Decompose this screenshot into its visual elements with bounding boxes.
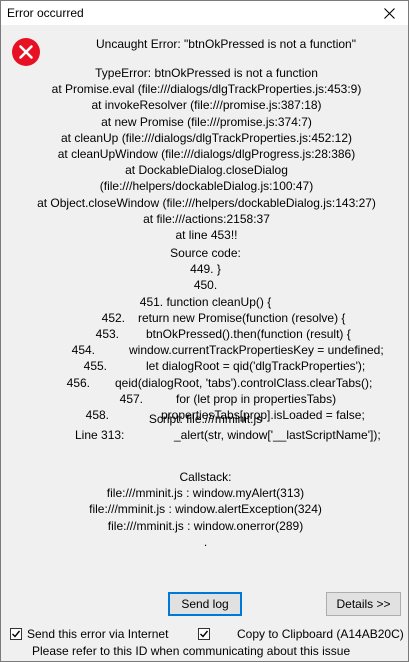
- checkmark-icon: [200, 630, 209, 638]
- source-line-code: return new Promise(function (resolve) {: [138, 310, 346, 325]
- trace-line: at cleanUpWindow (file:///dialogs/dlgPro…: [57, 146, 356, 161]
- source-line-code: for (let prop in propertiesTabs): [176, 391, 337, 406]
- script-path: Script: file:///mminit.js: [148, 412, 263, 426]
- callstack: Callstack: file:///mminit.js : window.my…: [1, 469, 409, 550]
- close-icon: [383, 7, 395, 19]
- source-line-number: 454.: [71, 343, 95, 358]
- source-line: 451. function cleanUp() {: [139, 294, 272, 309]
- trace-line: at DockableDialog.closeDialog: [125, 163, 288, 178]
- close-button[interactable]: [378, 2, 400, 24]
- source-line-code: window.currentTrackPropertiesKey = undef…: [129, 343, 384, 358]
- title-bar: Error occurred: [1, 1, 408, 25]
- trace-line: (file:///helpers/dockableDialog.js:100:4…: [99, 179, 314, 194]
- send-via-internet-checkbox[interactable]: [10, 628, 22, 640]
- source-line-number: 457.: [119, 391, 143, 406]
- trace-line: at Object.closeWindow (file:///helpers/d…: [37, 195, 376, 210]
- callstack-item: file:///mminit.js : window.alertExceptio…: [89, 502, 322, 517]
- callstack-title: Callstack:: [179, 470, 232, 484]
- error-heading: Uncaught Error: "btnOkPressed is not a f…: [96, 37, 356, 51]
- trace-line: at invokeResolver (file:///promise.js:38…: [91, 98, 322, 113]
- source-title: Source code:: [170, 246, 241, 260]
- source-code: Source code: 449. } 450. 451. function c…: [1, 245, 409, 423]
- copy-to-clipboard-label[interactable]: Copy to Clipboard (A14AB20C): [237, 627, 404, 641]
- callstack-item: .: [203, 534, 208, 549]
- script-line-code: _alert(str, window['__lastScriptName']);: [174, 428, 381, 443]
- source-line-code: qeid(dialogRoot, 'tabs').controlClass.cl…: [115, 375, 373, 390]
- window-title: Error occurred: [7, 6, 84, 20]
- source-line: 449. }: [190, 262, 221, 277]
- send-log-button[interactable]: Send log: [168, 592, 242, 616]
- source-line-code: let dialogRoot = qid('dlgTrackProperties…: [146, 359, 366, 374]
- trace-line: TypeError: btnOkPressed is not a functio…: [95, 66, 318, 80]
- error-dialog: Error occurred Uncaught Error: "btnOkPre…: [0, 0, 409, 662]
- source-line-code: btnOkPressed().then(function (result) {: [146, 326, 351, 341]
- details-button[interactable]: Details >>: [326, 592, 401, 616]
- source-line-number: 455.: [83, 359, 107, 374]
- trace-line: at cleanUp (file:///dialogs/dlgTrackProp…: [60, 130, 353, 145]
- script-info: Script: file:///mminit.js Line 313: _ale…: [1, 411, 409, 443]
- checkmark-icon: [12, 630, 21, 638]
- trace-line: at new Promise (file:///promise.js:374:7…: [101, 114, 312, 129]
- source-line: 450.: [193, 278, 218, 293]
- trace-line: at Promise.eval (file:///dialogs/dlgTrac…: [51, 82, 362, 97]
- callstack-item: file:///mminit.js : window.onerror(289): [107, 518, 304, 533]
- script-line-label: Line 313:: [75, 428, 125, 443]
- trace-line: at line 453!!: [175, 227, 238, 242]
- copy-to-clipboard-checkbox[interactable]: [198, 628, 210, 640]
- trace-line: at file:///actions:2158:37: [143, 211, 270, 226]
- stack-trace: TypeError: btnOkPressed is not a functio…: [11, 65, 402, 243]
- source-line-number: 453.: [95, 326, 119, 341]
- source-line-number: 452.: [101, 310, 125, 325]
- callstack-item: file:///mminit.js : window.myAlert(313): [106, 486, 305, 501]
- send-via-internet-label[interactable]: Send this error via Internet: [27, 627, 168, 641]
- source-line-number: 456.: [66, 375, 90, 390]
- error-icon: [12, 38, 40, 66]
- footer-note: Please refer to this ID when communicati…: [32, 644, 351, 658]
